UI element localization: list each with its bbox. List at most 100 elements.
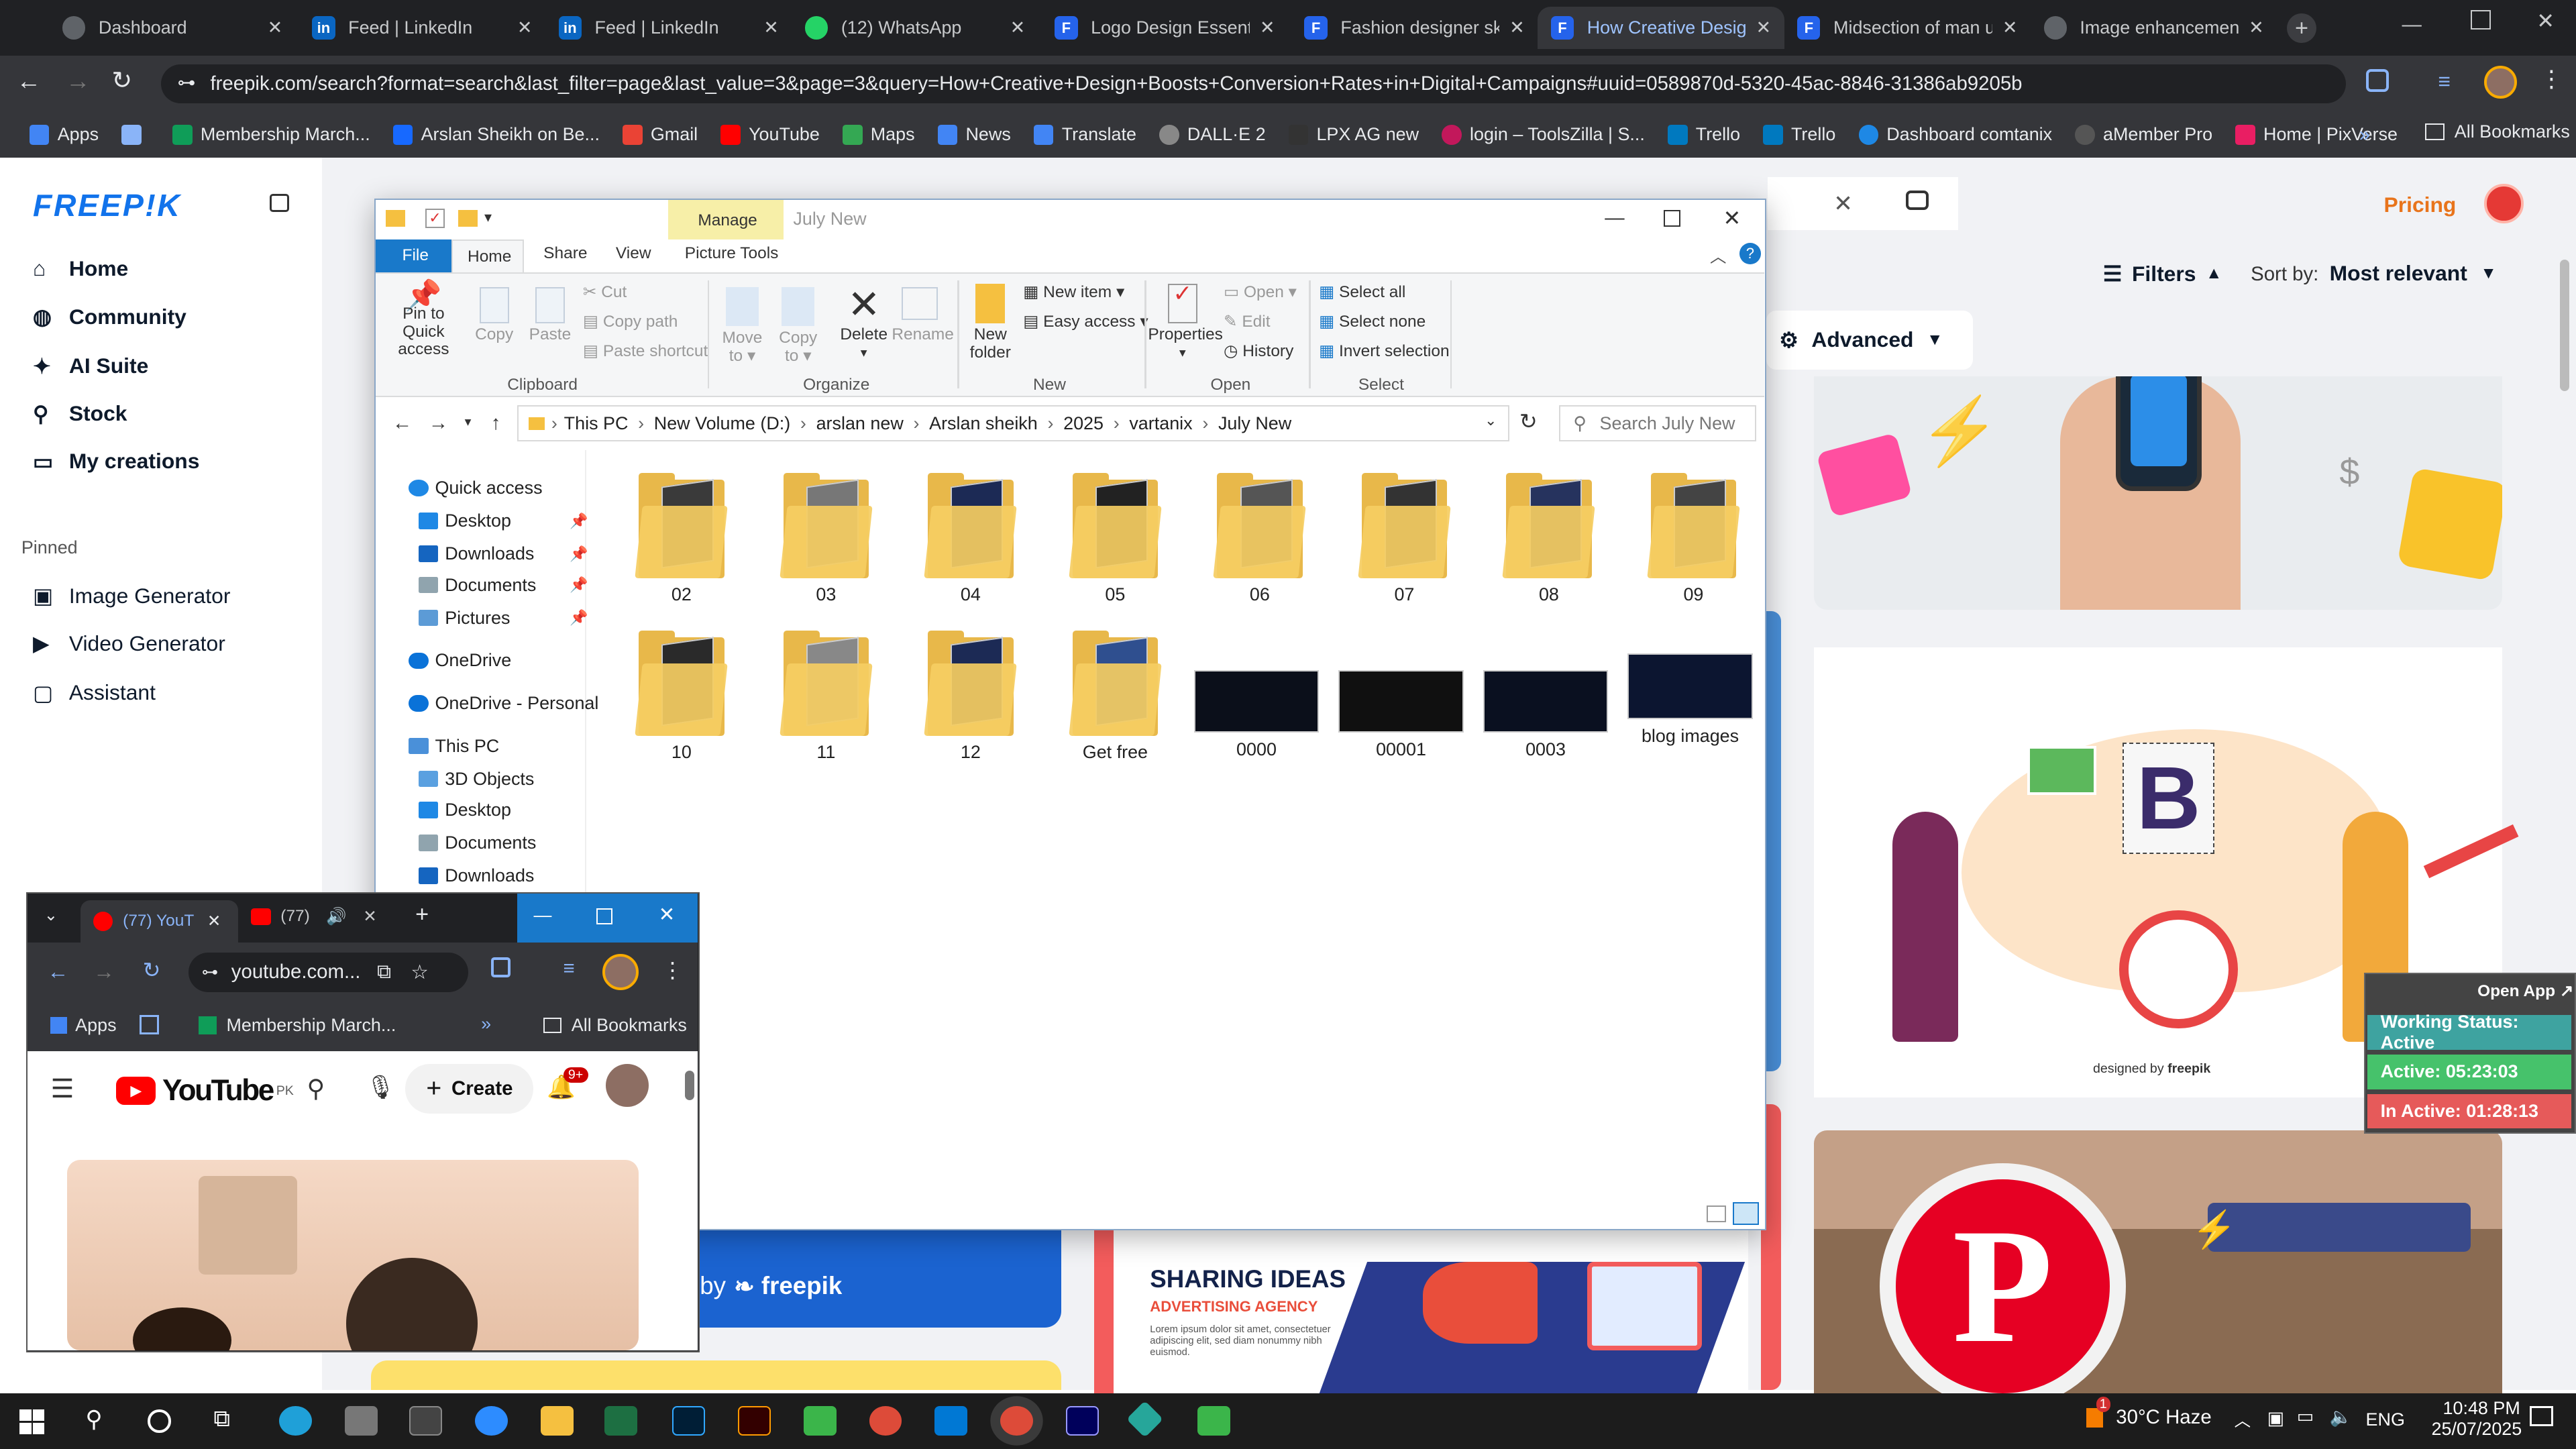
address-bar[interactable]: ⊶ freepik.com/search?format=search&last_…: [161, 64, 2347, 104]
close-tab-icon[interactable]: ✕: [363, 906, 377, 926]
filters-button[interactable]: ☰ Filters ▲: [2103, 261, 2222, 286]
page-scrollbar[interactable]: [2559, 259, 2570, 391]
result-card-phone[interactable]: ⚡ $: [1813, 376, 2502, 610]
nav-community[interactable]: ◍ Community: [33, 304, 186, 329]
bookmark-item[interactable]: YouTube: [720, 124, 820, 145]
nav-desktop-pc[interactable]: Desktop: [419, 800, 511, 820]
help-icon[interactable]: ?: [1739, 242, 1761, 264]
create-button[interactable]: + Create: [405, 1064, 534, 1114]
browser-tab-active[interactable]: F How Creative Design ✕: [1538, 6, 1784, 50]
hamburger-menu-icon[interactable]: ☰: [50, 1074, 74, 1104]
maximize-button[interactable]: [1664, 210, 1680, 227]
rename-button[interactable]: Rename: [892, 286, 954, 345]
folder-item[interactable]: 07: [1345, 472, 1463, 606]
sort-dropdown[interactable]: Most relevant ▼: [2330, 261, 2497, 286]
new-item-button[interactable]: ▦ New item ▾: [1023, 283, 1124, 302]
notifications-icon[interactable]: [2530, 1406, 2553, 1426]
picture-tools-tab[interactable]: Picture Tools: [685, 244, 779, 263]
youtube-logo[interactable]: ▶ YouTube PK: [116, 1074, 294, 1108]
close-tab-icon[interactable]: ✕: [763, 17, 779, 38]
back-icon[interactable]: ←: [48, 959, 69, 984]
nav-my-creations[interactable]: ▭ My creations: [33, 449, 199, 474]
close-tab-icon[interactable]: ✕: [1756, 17, 1771, 38]
recent-locations-icon[interactable]: ▾: [465, 414, 472, 430]
crumb[interactable]: This PC: [564, 413, 629, 434]
chevron-down-icon[interactable]: ⌄: [1485, 412, 1497, 429]
yt-address-bar[interactable]: ⊶ youtube.com... ⧉ ☆: [189, 952, 468, 992]
start-button[interactable]: [19, 1409, 45, 1434]
scrollbar-thumb[interactable]: [684, 1071, 695, 1101]
folder-item[interactable]: 04: [912, 472, 1030, 606]
install-icon[interactable]: ⧉: [377, 961, 391, 983]
bookmark-item[interactable]: Dashboard comtanix: [1858, 124, 2052, 145]
video-thumbnail[interactable]: [66, 1159, 639, 1350]
user-avatar[interactable]: [2483, 184, 2524, 224]
bookmark-item[interactable]: login – ToolsZilla | S...: [1442, 124, 1645, 145]
crumb[interactable]: vartanix: [1129, 413, 1192, 434]
bookmark-tab-search[interactable]: [121, 125, 150, 145]
photoshop-app-icon[interactable]: [672, 1406, 705, 1436]
properties-button[interactable]: ✓ Properties ▾: [1148, 282, 1223, 363]
menu-dots-icon[interactable]: ⋮: [661, 957, 683, 983]
bookmark-item[interactable]: Maps: [843, 124, 915, 145]
browser-tab[interactable]: (12) WhatsApp ✕: [792, 7, 1038, 50]
select-all-button[interactable]: ▦ Select all: [1319, 283, 1405, 302]
nav-onedrive[interactable]: OneDrive: [409, 650, 511, 671]
folder-item[interactable]: 03: [767, 472, 885, 606]
image-file-item[interactable]: 0003: [1480, 669, 1611, 760]
search-icon[interactable]: ⚲: [307, 1074, 325, 1103]
bookmark-item[interactable]: Translate: [1034, 124, 1136, 145]
new-tab-button[interactable]: +: [2287, 13, 2317, 43]
forward-icon[interactable]: →: [66, 67, 91, 95]
result-card-pinterest[interactable]: P ⚡: [1813, 1130, 2502, 1393]
all-bookmarks[interactable]: All Bookmarks: [543, 1015, 687, 1036]
green-app-icon[interactable]: [803, 1406, 837, 1436]
search-icon[interactable]: ⚲: [85, 1406, 102, 1433]
advanced-button[interactable]: ⚙ Advanced ▼: [1766, 310, 1974, 370]
delete-button[interactable]: ✕ Delete ▾: [836, 283, 892, 363]
nav-pictures[interactable]: Pictures 📌: [419, 608, 588, 629]
paste-button[interactable]: Paste: [527, 286, 574, 345]
bookmark-item[interactable]: DALL·E 2: [1159, 124, 1266, 145]
result-card-sharing-ideas[interactable]: SHARING IDEAS ADVERTISING AGENCY Lorem i…: [1094, 1228, 1748, 1393]
premiere-app-icon[interactable]: [1066, 1406, 1099, 1436]
minimize-button[interactable]: —: [533, 905, 551, 926]
nav-desktop[interactable]: Desktop 📌: [419, 511, 588, 531]
illustrator-app-icon[interactable]: [737, 1406, 771, 1436]
tab-search-icon[interactable]: ⌄: [44, 905, 58, 925]
excel-app-icon[interactable]: [604, 1406, 638, 1436]
close-tab-icon[interactable]: ✕: [268, 17, 283, 38]
folder-item[interactable]: 12: [912, 630, 1030, 763]
close-tab-icon[interactable]: ✕: [1010, 17, 1026, 38]
clock[interactable]: 10:48 PM 25/07/2025: [2432, 1398, 2522, 1440]
file-tab[interactable]: File: [376, 239, 451, 273]
freepik-logo[interactable]: FREEP!K: [33, 187, 181, 223]
bookmarks-overflow-icon[interactable]: »: [481, 1014, 491, 1034]
pricing-link[interactable]: Pricing: [2383, 193, 2456, 217]
move-to-button[interactable]: Move to ▾: [714, 286, 770, 366]
bookmarks-overflow-icon[interactable]: »: [2359, 123, 2370, 146]
nav-home[interactable]: ⌂ Home: [33, 256, 128, 281]
extensions-icon[interactable]: [2365, 68, 2389, 93]
bookmark-apps[interactable]: Apps: [50, 1015, 117, 1036]
share-tab[interactable]: Share: [543, 244, 587, 263]
tab-grid-icon[interactable]: [139, 1015, 160, 1035]
close-tab-icon[interactable]: ✕: [1260, 17, 1275, 38]
nav-documents[interactable]: Documents 📌: [419, 575, 588, 596]
profile-avatar[interactable]: [2483, 65, 2517, 99]
folder-item[interactable]: 10: [623, 630, 741, 763]
forward-arrow-icon[interactable]: →: [429, 412, 448, 435]
new-folder-quick-icon[interactable]: [458, 210, 478, 227]
close-button[interactable]: ✕: [1723, 205, 1741, 231]
yt-tab-active[interactable]: (77) YouT ✕: [80, 900, 238, 943]
nav-stock[interactable]: ⚲ Stock: [33, 401, 127, 427]
back-arrow-icon[interactable]: ←: [392, 412, 412, 435]
collapse-ribbon-icon[interactable]: ︿: [1710, 244, 1726, 268]
paste-shortcut-button[interactable]: ▤ Paste shortcut: [583, 342, 708, 361]
language-indicator[interactable]: ENG: [2366, 1409, 2405, 1430]
browser-tab[interactable]: in Feed | LinkedIn ✕: [299, 7, 545, 50]
bookmark-star-icon[interactable]: ☆: [411, 961, 428, 984]
browser-tab[interactable]: Image enhancement ✕: [2031, 7, 2277, 50]
site-info-icon[interactable]: ⊶: [177, 72, 195, 93]
minimize-button[interactable]: —: [1605, 207, 1624, 229]
